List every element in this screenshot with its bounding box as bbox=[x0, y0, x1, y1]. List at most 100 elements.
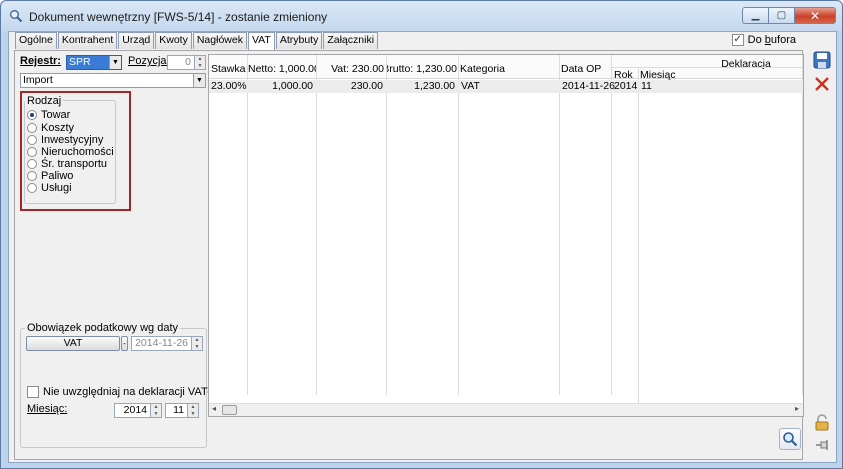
typ-value: Import bbox=[23, 74, 53, 86]
close-icon bbox=[815, 77, 829, 91]
search-icon bbox=[783, 432, 798, 447]
do-bufora-label: Do bufora bbox=[747, 34, 796, 46]
tab-vat[interactable]: VAT bbox=[247, 32, 275, 50]
minimize-button[interactable]: ▁ bbox=[742, 7, 768, 24]
cell-netto: 1,000.00 bbox=[272, 80, 313, 92]
close-icon: ✕ bbox=[809, 8, 821, 23]
cell-brutto: 1,230.00 bbox=[414, 80, 455, 92]
spin-buttons[interactable]: ▲ ▼ bbox=[187, 404, 198, 417]
rejestr-value: SPR bbox=[69, 56, 91, 68]
header-divider bbox=[612, 67, 802, 68]
col-brutto[interactable]: Brutto: 1,230.00 bbox=[387, 63, 457, 75]
close-button[interactable]: ✕ bbox=[794, 7, 836, 24]
tab-strip: Ogólne Kontrahent Urząd Kwoty Nagłówek V… bbox=[15, 32, 379, 50]
tab-urzad[interactable]: Urząd bbox=[118, 32, 155, 49]
col-vat[interactable]: Vat: 230.00 bbox=[317, 63, 386, 75]
obowiazek-title: Obowiązek podatkowy wg daty bbox=[25, 322, 181, 334]
radio-towar[interactable]: Towar bbox=[27, 109, 70, 121]
month-stepper[interactable]: 11 ▲ ▼ bbox=[165, 403, 199, 418]
tab-label: Atrybuty bbox=[279, 34, 319, 46]
vat-grid[interactable]: Deklaracja Stawka Netto: 1,000.00 Vat: 2… bbox=[208, 54, 804, 417]
radio-selected-icon bbox=[27, 110, 37, 120]
spin-down-icon: ▼ bbox=[194, 343, 200, 350]
vat-date-button-label: VAT bbox=[63, 337, 83, 349]
date-dropdown-button[interactable]: - bbox=[121, 336, 128, 351]
col-divider bbox=[386, 55, 387, 395]
radio-icon bbox=[27, 183, 37, 193]
pin-icon bbox=[816, 440, 828, 450]
radio-icon bbox=[27, 171, 37, 181]
horizontal-scrollbar[interactable]: ◂ ▸ bbox=[209, 403, 803, 416]
maximize-button[interactable]: ▢ bbox=[768, 7, 794, 24]
lock-button[interactable] bbox=[812, 413, 832, 433]
col-divider bbox=[316, 55, 317, 395]
save-button[interactable] bbox=[812, 50, 832, 70]
radio-label: Nieruchomości bbox=[41, 146, 114, 158]
date-field[interactable]: 2014-11-26 ▲ ▼ bbox=[131, 336, 203, 351]
deklaracja-group-header: Deklaracja bbox=[721, 58, 771, 70]
cell-data-op: 2014-11-26 bbox=[562, 80, 615, 92]
tab-label: Ogólne bbox=[19, 34, 53, 46]
year-value: 2014 bbox=[123, 404, 147, 416]
tab-naglowek[interactable]: Nagłówek bbox=[192, 32, 247, 49]
radio-inwestycyjny[interactable]: Inwestycyjny bbox=[27, 134, 103, 146]
tab-kwoty[interactable]: Kwoty bbox=[155, 32, 192, 49]
typ-select[interactable]: Import ▼ bbox=[20, 73, 206, 88]
tab-label: Załączniki bbox=[327, 34, 375, 46]
year-stepper[interactable]: 2014 ▲ ▼ bbox=[114, 403, 162, 418]
nie-uwzgledniaj-checkbox[interactable]: Nie uwzględniaj na deklaracji VAT-7 bbox=[27, 386, 217, 398]
tab-zalaczniki[interactable]: Załączniki bbox=[323, 32, 379, 49]
col-data-op[interactable]: Data OP bbox=[561, 63, 611, 75]
pozycja-stepper[interactable]: 0 ▲ ▼ bbox=[167, 55, 206, 70]
client-area: Ogólne Kontrahent Urząd Kwoty Nagłówek V… bbox=[8, 31, 837, 463]
cell-vat: 230.00 bbox=[350, 80, 383, 92]
scroll-right-icon[interactable]: ▸ bbox=[795, 404, 799, 413]
cell-miesiac: 11 bbox=[641, 80, 652, 92]
search-button[interactable] bbox=[779, 428, 801, 450]
tab-label: Kwoty bbox=[159, 34, 188, 46]
col-netto[interactable]: Netto: 1,000.00 bbox=[248, 63, 316, 75]
title-bar[interactable]: Dokument wewnętrzny [FWS-5/14] - zostani… bbox=[1, 1, 842, 31]
do-bufora-checkbox[interactable]: ✓ Do bufora bbox=[731, 34, 796, 46]
tab-label: Kontrahent bbox=[61, 34, 114, 46]
radio-icon bbox=[27, 159, 37, 169]
radio-icon bbox=[27, 123, 37, 133]
radio-label: Śr. transportu bbox=[41, 158, 108, 170]
col-kategoria[interactable]: Kategoria bbox=[460, 63, 560, 75]
tab-ogolne[interactable]: Ogólne bbox=[15, 32, 57, 49]
spin-buttons[interactable]: ▲ ▼ bbox=[150, 404, 161, 417]
nie-uwzgledniaj-label: Nie uwzględniaj na deklaracji VAT-7 bbox=[43, 386, 217, 398]
window-title: Dokument wewnętrzny [FWS-5/14] - zostani… bbox=[29, 10, 328, 24]
tab-kontrahent[interactable]: Kontrahent bbox=[57, 32, 118, 49]
cancel-button[interactable] bbox=[812, 74, 832, 94]
radio-label: Towar bbox=[41, 109, 71, 121]
cell-stawka: 23.00% bbox=[211, 80, 247, 92]
col-divider bbox=[638, 67, 639, 407]
radio-paliwo[interactable]: Paliwo bbox=[27, 170, 73, 182]
radio-sr-transportu[interactable]: Śr. transportu bbox=[27, 158, 107, 170]
rejestr-label: Rejestr: bbox=[20, 55, 61, 67]
checkbox-icon bbox=[27, 386, 39, 398]
grid-header: Deklaracja Stawka Netto: 1,000.00 Vat: 2… bbox=[209, 55, 803, 81]
col-stawka[interactable]: Stawka bbox=[211, 63, 247, 75]
window-controls: ▁ ▢ ✕ bbox=[742, 7, 836, 24]
radio-nieruchomosci[interactable]: Nieruchomości bbox=[27, 146, 114, 158]
radio-koszty[interactable]: Koszty bbox=[27, 122, 74, 134]
date-value: 2014-11-26 bbox=[135, 337, 188, 349]
magnifier-app-icon bbox=[10, 10, 23, 23]
scroll-left-icon[interactable]: ◂ bbox=[212, 404, 216, 413]
tab-atrybuty[interactable]: Atrybuty bbox=[275, 32, 323, 49]
chevron-down-icon: ▼ bbox=[193, 74, 205, 87]
rejestr-select[interactable]: SPR ▼ bbox=[66, 55, 122, 70]
table-row[interactable]: 23.00% 1,000.00 230.00 1,230.00 VAT 2014… bbox=[209, 80, 803, 93]
spin-down-icon: ▼ bbox=[190, 410, 196, 417]
radio-uslugi[interactable]: Usługi bbox=[27, 182, 72, 194]
spin-buttons[interactable]: ▲ ▼ bbox=[191, 337, 202, 350]
pin-button[interactable] bbox=[812, 435, 832, 455]
cell-kategoria: VAT bbox=[461, 80, 480, 92]
vat-date-button[interactable]: VAT bbox=[26, 336, 120, 351]
scroll-thumb[interactable] bbox=[222, 405, 237, 415]
spin-buttons[interactable]: ▲ ▼ bbox=[194, 56, 205, 69]
cell-rok: 2014 bbox=[614, 80, 638, 92]
radio-icon bbox=[27, 135, 37, 145]
